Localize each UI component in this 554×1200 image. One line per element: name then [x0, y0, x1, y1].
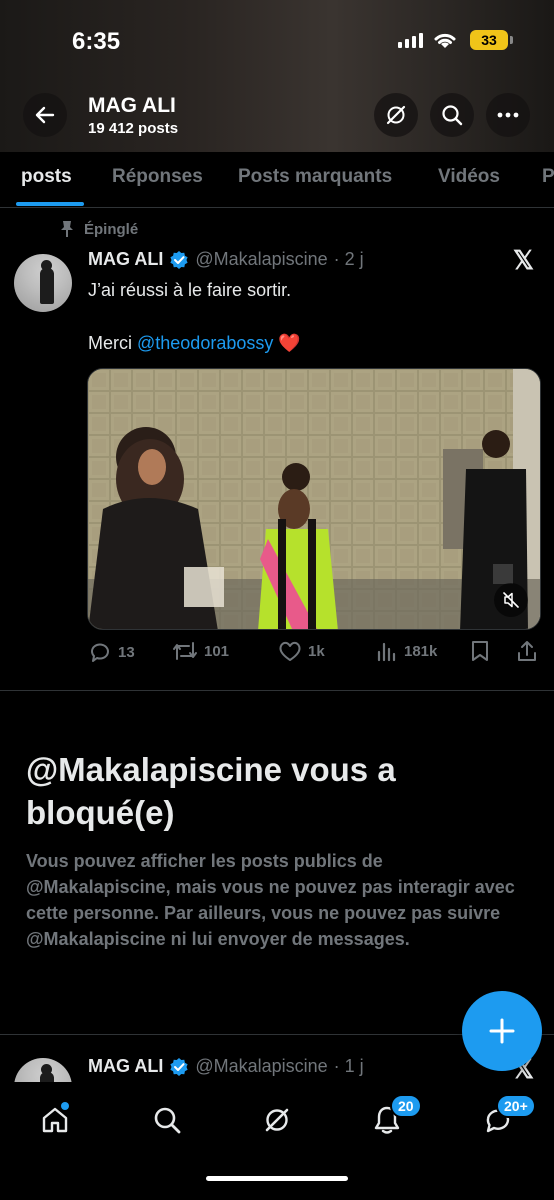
x-logo-icon: 𝕏: [513, 245, 534, 275]
battery-nub: [510, 36, 513, 44]
post-text-line1: J’ai réussi à le faire sortir.: [88, 280, 292, 300]
wifi-icon: [434, 33, 456, 48]
bar-chart-icon: [377, 642, 396, 662]
status-bar: 6:35 33: [0, 0, 554, 84]
blocked-description: Vous pouvez afficher les posts publics d…: [26, 851, 515, 949]
post-text-line2: Merci @theodorabossy ❤️: [88, 333, 301, 354]
post-video[interactable]: [87, 368, 541, 630]
share-icon: [518, 641, 536, 661]
repost-action[interactable]: 101: [172, 640, 229, 662]
post-text-prefix: Merci: [88, 333, 137, 353]
cellular-signal-icon: [398, 33, 423, 48]
profile-banner-header: 6:35 33 MAG ALI 19 412 posts: [0, 0, 554, 152]
notifications-badge: 20: [390, 1094, 422, 1118]
blocked-title: @Makalapiscine vous a bloqué(e): [26, 751, 396, 831]
repost-count: 101: [204, 642, 230, 660]
nav-search[interactable]: [137, 1096, 197, 1144]
bookmark-icon: [472, 641, 488, 661]
pinned-indicator: Épinglé: [60, 220, 138, 238]
video-frame-image: [88, 369, 540, 629]
post-actions: 13 101 1k 181k: [88, 640, 542, 668]
bookmark-action[interactable]: [471, 640, 489, 662]
like-count: 1k: [308, 642, 325, 660]
arrow-left-icon: [35, 106, 55, 124]
heart-icon: [279, 641, 301, 661]
tab-highlights[interactable]: Posts marquants: [238, 166, 392, 188]
tab-videos[interactable]: Vidéos: [438, 166, 500, 188]
mention-link[interactable]: @theodorabossy: [137, 333, 273, 353]
nav-grok[interactable]: [247, 1096, 307, 1144]
repost-icon: [173, 642, 197, 660]
back-button[interactable]: [23, 93, 67, 137]
home-unread-dot: [61, 1102, 69, 1110]
post-count: 19 412 posts: [88, 120, 179, 137]
like-action[interactable]: 1k: [278, 640, 325, 662]
messages-badge: 20+: [496, 1094, 536, 1118]
nav-home[interactable]: [25, 1096, 85, 1144]
pin-icon: [61, 221, 73, 237]
author-handle[interactable]: @Makalapiscine: [195, 1056, 327, 1077]
more-horizontal-icon: [497, 112, 519, 118]
avatar[interactable]: [14, 1058, 72, 1082]
grok-icon: [265, 1108, 289, 1132]
tab-posts[interactable]: posts: [21, 166, 72, 188]
post-header: MAG ALI @Makalapiscine · 2 j: [88, 249, 364, 270]
share-action[interactable]: [516, 640, 538, 662]
divider: [0, 690, 554, 691]
status-time: 6:35: [72, 28, 121, 55]
verified-badge-icon: [170, 1057, 188, 1076]
search-button[interactable]: [430, 93, 474, 137]
reply-count: 13: [118, 643, 135, 661]
search-icon: [154, 1107, 181, 1134]
post-time: · 2 j: [333, 249, 364, 269]
grok-button[interactable]: [374, 93, 418, 137]
tab-replies[interactable]: Réponses: [112, 166, 203, 188]
reply-action[interactable]: 13: [88, 640, 135, 664]
avatar[interactable]: [14, 254, 72, 312]
profile-name: MAG ALI: [88, 94, 176, 117]
mute-button[interactable]: [494, 583, 528, 617]
active-tab-indicator: [16, 202, 84, 206]
battery-indicator: 33: [470, 30, 508, 50]
view-count: 181k: [404, 642, 438, 660]
verified-badge-icon: [170, 250, 188, 269]
bottom-navigation: 20 20+: [0, 1082, 554, 1200]
reply-icon: [91, 643, 109, 662]
search-icon: [442, 105, 463, 126]
plus-icon: [489, 1018, 515, 1044]
more-options-button[interactable]: [486, 93, 530, 137]
views-action[interactable]: 181k: [376, 640, 437, 662]
home-indicator-bar: [206, 1176, 348, 1181]
author-name[interactable]: MAG ALI: [88, 1056, 163, 1077]
grok-icon: [386, 105, 406, 125]
heart-emoji: ❤️: [278, 333, 301, 353]
pinned-label: Épinglé: [84, 220, 139, 238]
post-time: · 1 j: [333, 1056, 364, 1076]
author-handle[interactable]: @Makalapiscine: [195, 249, 327, 270]
author-name[interactable]: MAG ALI: [88, 249, 163, 270]
profile-tabs: posts Réponses Posts marquants Vidéos P: [0, 152, 554, 208]
tab-partial[interactable]: P: [542, 166, 554, 188]
post-header: MAG ALI @Makalapiscine · 1 j: [88, 1056, 364, 1077]
volume-muted-icon: [503, 592, 519, 608]
compose-post-button[interactable]: [462, 991, 542, 1071]
